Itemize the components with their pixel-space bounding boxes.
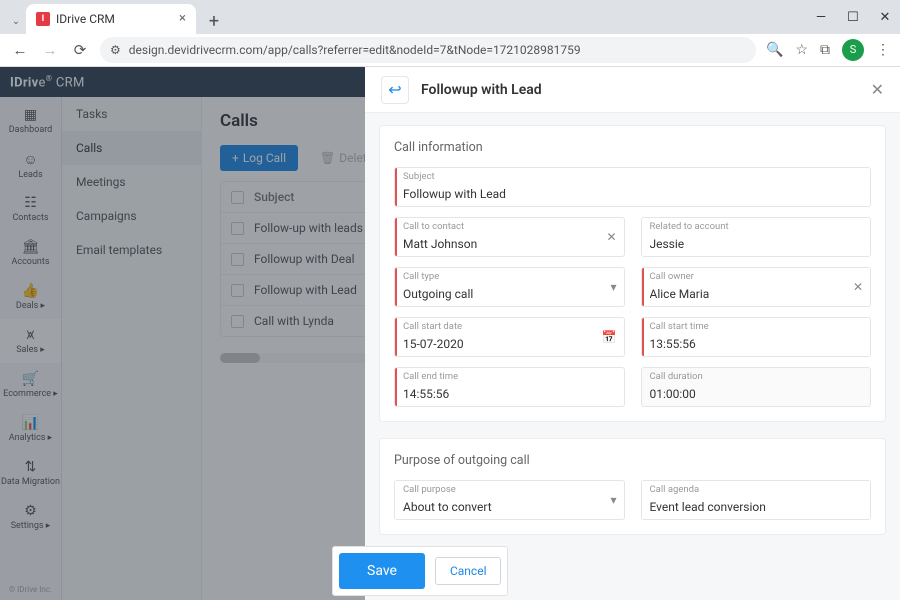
panel-close-icon[interactable]: ✕ bbox=[871, 80, 884, 99]
field-account[interactable]: Related to account Jessie bbox=[641, 217, 872, 257]
close-tab-icon[interactable]: × bbox=[179, 11, 186, 26]
field-agenda[interactable]: Call agenda Event lead conversion bbox=[641, 480, 872, 520]
save-button[interactable]: Save bbox=[339, 553, 425, 589]
nav-forward-icon: → bbox=[40, 40, 60, 60]
section-purpose: Purpose of outgoing call bbox=[394, 453, 871, 468]
favicon: I bbox=[36, 12, 50, 26]
profile-avatar[interactable]: S bbox=[842, 39, 864, 61]
clear-icon[interactable]: ✕ bbox=[853, 280, 863, 294]
field-end-time[interactable]: Call end time 14:55:56 bbox=[394, 367, 625, 407]
calendar-icon[interactable]: 📅 bbox=[602, 330, 617, 344]
panel-back-button[interactable]: ↩ bbox=[381, 76, 409, 104]
chevron-down-icon[interactable]: ▾ bbox=[610, 493, 616, 507]
field-subject[interactable]: Subject Followup with Lead bbox=[394, 167, 871, 207]
tab-title: IDrive CRM bbox=[56, 12, 173, 26]
tab-list-caret[interactable]: ⌄ bbox=[6, 10, 26, 34]
clear-icon[interactable]: ✕ bbox=[606, 230, 616, 244]
site-settings-icon[interactable]: ⚙ bbox=[110, 43, 121, 57]
nav-reload-icon[interactable]: ⟳ bbox=[70, 40, 90, 60]
chevron-down-icon[interactable]: ▾ bbox=[610, 280, 616, 294]
nav-back-icon[interactable]: ← bbox=[10, 40, 30, 60]
browser-tab[interactable]: I IDrive CRM × bbox=[26, 4, 196, 34]
cancel-button[interactable]: Cancel bbox=[435, 557, 502, 585]
browser-menu-icon[interactable]: ⋮ bbox=[876, 42, 890, 58]
zoom-icon[interactable]: 🔍 bbox=[766, 42, 783, 58]
window-minimize[interactable]: — bbox=[812, 10, 830, 25]
field-call-owner[interactable]: Call owner Alice Maria ✕ bbox=[641, 267, 872, 307]
new-tab-button[interactable]: + bbox=[202, 10, 226, 34]
extensions-icon[interactable]: ⧉ bbox=[820, 42, 830, 58]
bookmark-icon[interactable]: ☆ bbox=[795, 42, 808, 58]
url-text: design.devidrivecrm.com/app/calls?referr… bbox=[129, 43, 581, 57]
field-contact[interactable]: Call to contact Matt Johnson ✕ bbox=[394, 217, 625, 257]
section-call-info: Call information bbox=[394, 140, 871, 155]
window-close[interactable]: ✕ bbox=[876, 10, 894, 25]
field-call-type[interactable]: Call type Outgoing call ▾ bbox=[394, 267, 625, 307]
field-duration: Call duration 01:00:00 bbox=[641, 367, 872, 407]
window-maximize[interactable]: ☐ bbox=[844, 10, 862, 25]
field-start-time[interactable]: Call start time 13:55:56 bbox=[641, 317, 872, 357]
url-bar[interactable]: ⚙ design.devidrivecrm.com/app/calls?refe… bbox=[100, 37, 756, 63]
field-purpose[interactable]: Call purpose About to convert ▾ bbox=[394, 480, 625, 520]
field-start-date[interactable]: Call start date 15-07-2020 📅 bbox=[394, 317, 625, 357]
panel-title: Followup with Lead bbox=[421, 82, 859, 98]
